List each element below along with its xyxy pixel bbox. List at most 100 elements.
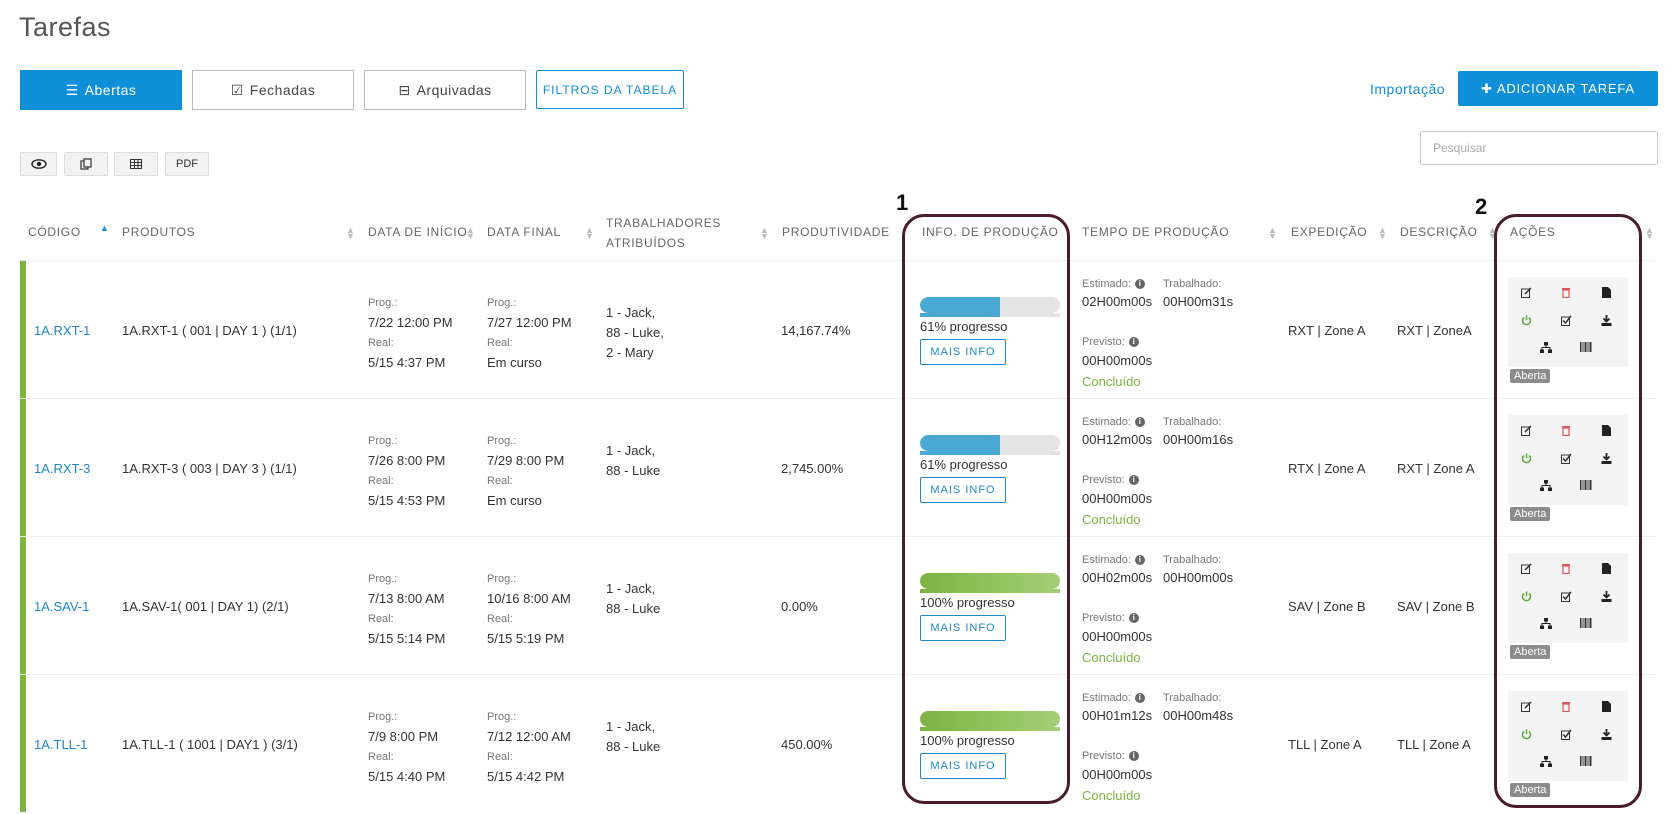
description-value: SAV | Zone B [1397, 599, 1475, 614]
completion-status: Concluído [1082, 650, 1141, 665]
plus-icon: ✚ [1481, 80, 1493, 96]
info-icon: i [1128, 751, 1139, 761]
real-label: Real: [368, 475, 394, 487]
worker-name: 1 - Jack, [606, 719, 656, 734]
sort-icon[interactable]: ▲ ▼ [760, 226, 769, 241]
sort-icon[interactable]: ▲ ▼ [466, 226, 475, 241]
row-status-bar [20, 537, 26, 674]
col-header-end-date[interactable]: DATA FINAL [487, 222, 561, 242]
sort-icon[interactable]: ▲ ▼ [346, 226, 355, 241]
sort-icon[interactable]: ▲ ▼ [585, 226, 594, 241]
sort-asc-icon[interactable]: ▲ [100, 224, 109, 233]
estimated-label: Estimado: [1082, 278, 1131, 290]
sort-icon[interactable]: ▲ ▼ [1268, 226, 1277, 241]
add-task-label: ADICIONAR TAREFA [1496, 81, 1635, 96]
add-task-button[interactable]: ✚ ADICIONAR TAREFA [1458, 71, 1658, 106]
start-prog-date: 7/9 8:00 PM [368, 729, 439, 744]
prog-label: Prog.: [368, 711, 398, 723]
col-header-start-date[interactable]: DATA DE INÍCIO [368, 222, 467, 242]
end-real-date: Em curso [487, 493, 542, 508]
start-real-date: 5/15 4:37 PM [368, 355, 446, 370]
completion-status: Concluído [1082, 512, 1141, 527]
prog-label: Prog.: [487, 297, 517, 309]
sort-icon[interactable]: ▲ ▼ [1645, 226, 1654, 241]
estimated-label: Estimado: [1082, 554, 1131, 566]
task-code-link[interactable]: 1A.SAV-1 [34, 599, 89, 614]
tab-arquivadas[interactable]: ⊟ Arquivadas [364, 70, 526, 110]
worker-name: 1 - Jack, [606, 443, 656, 458]
export-table-button[interactable] [114, 152, 158, 176]
task-code-link[interactable]: 1A.RXT-3 [34, 461, 90, 476]
start-real-date: 5/15 5:14 PM [368, 631, 446, 646]
table-filters-button[interactable]: FILTROS DA TABELA [536, 70, 684, 109]
tab-fechadas[interactable]: ☑ Fechadas [192, 70, 354, 110]
worked-label: Trabalhado: [1163, 278, 1222, 290]
sort-icon[interactable]: ▲ ▼ [1378, 226, 1387, 241]
worker-name: 88 - Luke [606, 739, 661, 754]
productivity-value: 2,745.00% [781, 461, 844, 476]
end-date-cell: Prog.: 7/12 12:00 AM Real: 5/15 4:42 PM [487, 707, 571, 787]
column-visibility-button[interactable] [20, 152, 57, 176]
estimated-time: 02H00m00s [1082, 294, 1153, 309]
start-real-date: 5/15 4:40 PM [368, 769, 446, 784]
col-header-workers[interactable]: TRABALHADORES ATRIBUÍDOS [606, 213, 721, 253]
expected-time: 00H00m00s [1082, 629, 1153, 644]
estimated-time: 00H02m00s [1082, 570, 1153, 585]
real-label: Real: [487, 751, 513, 763]
table-row: 1A.SAV-1 1A.SAV-1( 001 | DAY 1) (2/1) Pr… [20, 536, 1656, 674]
col-header-workers-line-1: TRABALHADORES [606, 216, 722, 230]
col-header-productivity[interactable]: PRODUTIVIDADE [782, 222, 890, 242]
end-prog-date: 10/16 8:00 AM [487, 591, 571, 606]
col-header-description[interactable]: DESCRIÇÃO [1400, 222, 1478, 242]
expected-time: 00H00m00s [1082, 491, 1153, 506]
task-code-link[interactable]: 1A.TLL-1 [34, 737, 87, 752]
tab-label: Abertas [84, 82, 137, 98]
worker-name: 1 - Jack, [606, 305, 656, 320]
estimated-block: Estimado: i 00H02m00s [1082, 551, 1152, 585]
worked-time: 00H00m16s [1163, 432, 1234, 447]
copy-button[interactable] [64, 152, 108, 176]
expedition-value: SAV | Zone B [1288, 599, 1366, 614]
col-header-products[interactable]: PRODUTOS [122, 222, 195, 242]
table-row: 1A.RXT-3 1A.RXT-3 ( 003 | DAY 3 ) (1/1) … [20, 398, 1656, 536]
copy-icon [80, 158, 92, 170]
description-value: TLL | Zone A [1397, 737, 1471, 752]
expected-label: Previsto: [1082, 336, 1125, 348]
table-row: 1A.RXT-1 1A.RXT-1 ( 001 | DAY 1 ) (1/1) … [20, 260, 1656, 398]
expected-label: Previsto: [1082, 474, 1125, 486]
end-prog-date: 7/27 12:00 PM [487, 315, 572, 330]
inbox-icon: ⊟ [398, 81, 411, 98]
list-icon: ☰ [65, 81, 79, 98]
task-code-link[interactable]: 1A.RXT-1 [34, 323, 90, 338]
tab-abertas[interactable]: ☰ Abertas [20, 70, 182, 110]
worked-time: 00H00m00s [1163, 570, 1234, 585]
estimated-time: 00H12m00s [1082, 432, 1153, 447]
start-prog-date: 7/26 8:00 PM [368, 453, 446, 468]
info-icon: i [1128, 337, 1139, 347]
worker-name: 1 - Jack, [606, 581, 656, 596]
export-pdf-button[interactable]: PDF [165, 152, 209, 176]
col-header-code[interactable]: CÓDIGO [28, 222, 81, 242]
row-status-bar [20, 675, 26, 812]
worked-block: Trabalhado: 00H00m48s [1163, 689, 1233, 723]
col-header-expedition[interactable]: EXPEDIÇÃO [1291, 222, 1367, 242]
product-name: 1A.RXT-1 ( 001 | DAY 1 ) (1/1) [122, 323, 297, 338]
estimated-block: Estimado: i 02H00m00s [1082, 275, 1152, 309]
row-status-bar [20, 261, 26, 398]
search-input[interactable] [1420, 131, 1658, 165]
table-row: 1A.TLL-1 1A.TLL-1 ( 1001 | DAY1 ) (3/1) … [20, 674, 1656, 812]
estimated-time: 00H01m12s [1082, 708, 1153, 723]
callout-number-2: 2 [1475, 194, 1488, 219]
worker-name: 88 - Luke [606, 463, 661, 478]
tab-label: Arquivadas [416, 82, 492, 98]
start-date-cell: Prog.: 7/22 12:00 PM Real: 5/15 4:37 PM [368, 293, 453, 373]
worked-label: Trabalhado: [1163, 692, 1222, 704]
prog-label: Prog.: [487, 435, 517, 447]
worked-time: 00H00m48s [1163, 708, 1234, 723]
productivity-value: 14,167.74% [781, 323, 851, 338]
worked-block: Trabalhado: 00H00m31s [1163, 275, 1233, 309]
real-label: Real: [487, 337, 513, 349]
col-header-production-time[interactable]: TEMPO DE PRODUÇÃO [1082, 222, 1229, 242]
end-real-date: 5/15 5:19 PM [487, 631, 565, 646]
import-link[interactable]: Importação [1370, 81, 1445, 97]
